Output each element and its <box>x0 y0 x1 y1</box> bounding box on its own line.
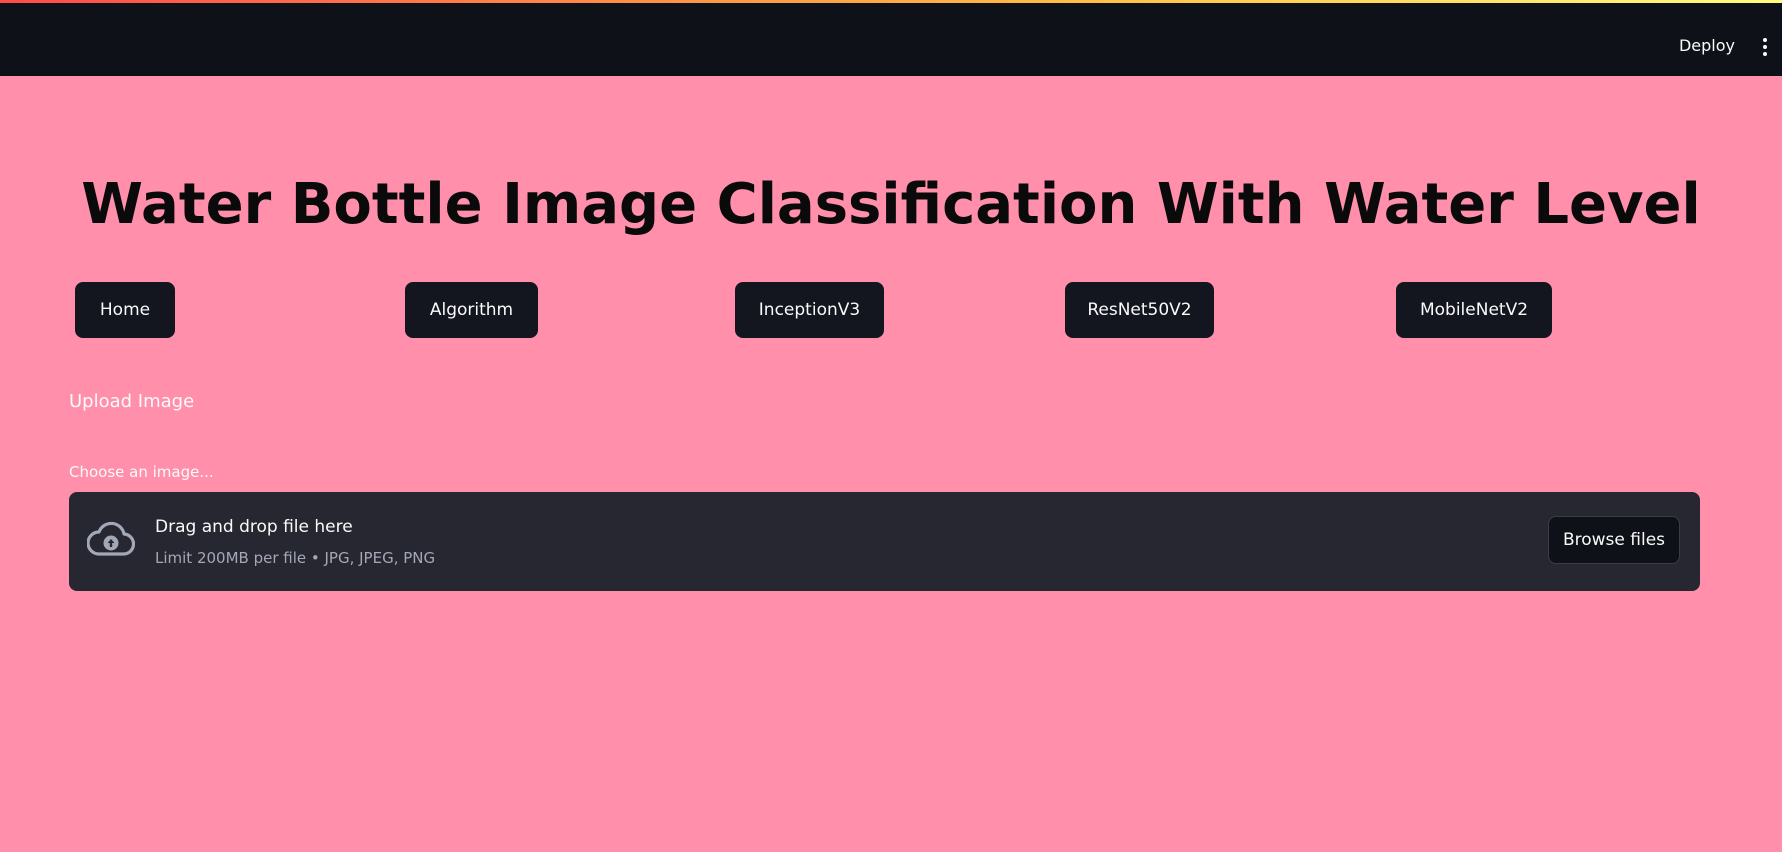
app-header: Deploy <box>0 3 1782 76</box>
mobilenetv2-button[interactable]: MobileNetV2 <box>1396 282 1552 338</box>
dropzone-limit-text: Limit 200MB per file • JPG, JPEG, PNG <box>155 549 436 567</box>
inceptionv3-button[interactable]: InceptionV3 <box>735 282 884 338</box>
file-dropzone[interactable]: Drag and drop file here Limit 200MB per … <box>69 492 1700 591</box>
dropzone-title: Drag and drop file here <box>155 517 353 537</box>
page-title: Water Bottle Image Classification With W… <box>81 172 1701 237</box>
resnet50v2-button[interactable]: ResNet50V2 <box>1065 282 1214 338</box>
browse-files-button[interactable]: Browse files <box>1548 516 1680 564</box>
upload-heading: Upload Image <box>69 391 195 412</box>
cloud-upload-icon <box>87 521 135 556</box>
kebab-menu-icon[interactable] <box>1762 38 1768 58</box>
home-button[interactable]: Home <box>75 282 175 338</box>
deploy-button[interactable]: Deploy <box>1679 37 1735 55</box>
uploader-label: Choose an image... <box>69 463 214 481</box>
algorithm-button[interactable]: Algorithm <box>405 282 538 338</box>
